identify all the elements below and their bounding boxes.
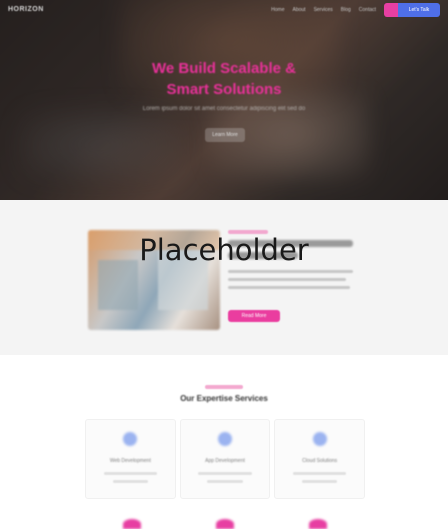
hero-section: HORIZON Home About Services Blog Contact… bbox=[0, 0, 448, 200]
placeholder-label: Placeholder bbox=[139, 233, 309, 267]
cta-accent-block bbox=[384, 3, 398, 17]
service-card-title: Cloud Solutions bbox=[302, 458, 338, 464]
hero-title-line-2: Smart Solutions bbox=[166, 81, 282, 98]
service-card-text bbox=[301, 480, 338, 483]
nav-item-about[interactable]: About bbox=[292, 7, 305, 13]
top-navigation-bar: HORIZON Home About Services Blog Contact… bbox=[0, 0, 448, 22]
service-card-title: Web Development bbox=[109, 458, 151, 464]
service-card-text bbox=[112, 480, 149, 483]
hero-overlay bbox=[0, 0, 448, 200]
service-card-text bbox=[198, 472, 252, 475]
site-logo[interactable]: HORIZON bbox=[8, 6, 44, 13]
service-card-title: App Development bbox=[205, 458, 245, 464]
header-cta-button[interactable]: Let's Talk bbox=[384, 3, 440, 17]
feature-text-line bbox=[228, 286, 350, 289]
service-card-text bbox=[103, 472, 157, 475]
services-section: Our Expertise Services Web Development A… bbox=[0, 355, 448, 529]
nav-item-contact[interactable]: Contact bbox=[359, 7, 376, 13]
service-card[interactable]: Web Development bbox=[85, 419, 176, 499]
nav-item-blog[interactable]: Blog bbox=[341, 7, 351, 13]
nav-item-services[interactable]: Services bbox=[314, 7, 333, 13]
feature-text-line bbox=[228, 278, 346, 281]
mobile-icon bbox=[218, 432, 232, 446]
hero-title-line-1: We Build Scalable & bbox=[152, 60, 296, 77]
feature-read-more-button[interactable]: Read More bbox=[228, 310, 280, 322]
service-card-text bbox=[207, 480, 243, 483]
image-detail bbox=[98, 260, 138, 310]
hero-learn-more-button[interactable]: Learn More bbox=[205, 128, 245, 142]
cloud-icon bbox=[312, 432, 327, 446]
services-title: Our Expertise Services bbox=[180, 394, 268, 403]
service-card-text bbox=[293, 472, 347, 475]
code-icon bbox=[123, 432, 138, 446]
feature-text-line bbox=[228, 270, 353, 273]
main-nav: Home About Services Blog Contact bbox=[271, 7, 376, 13]
cta-label: Let's Talk bbox=[398, 3, 440, 17]
hero-title: We Build Scalable & Smart Solutions bbox=[0, 58, 448, 100]
services-card-row: Web Development App Development Cloud So… bbox=[85, 419, 366, 499]
service-card[interactable]: Cloud Solutions bbox=[274, 419, 366, 499]
services-kicker bbox=[205, 385, 243, 389]
nav-item-home[interactable]: Home bbox=[271, 7, 284, 13]
hero-subtitle: Lorem ipsum dolor sit amet consectetur a… bbox=[142, 106, 306, 112]
feature-section: Read More Placeholder bbox=[0, 200, 448, 355]
service-card[interactable]: App Development bbox=[179, 419, 271, 499]
